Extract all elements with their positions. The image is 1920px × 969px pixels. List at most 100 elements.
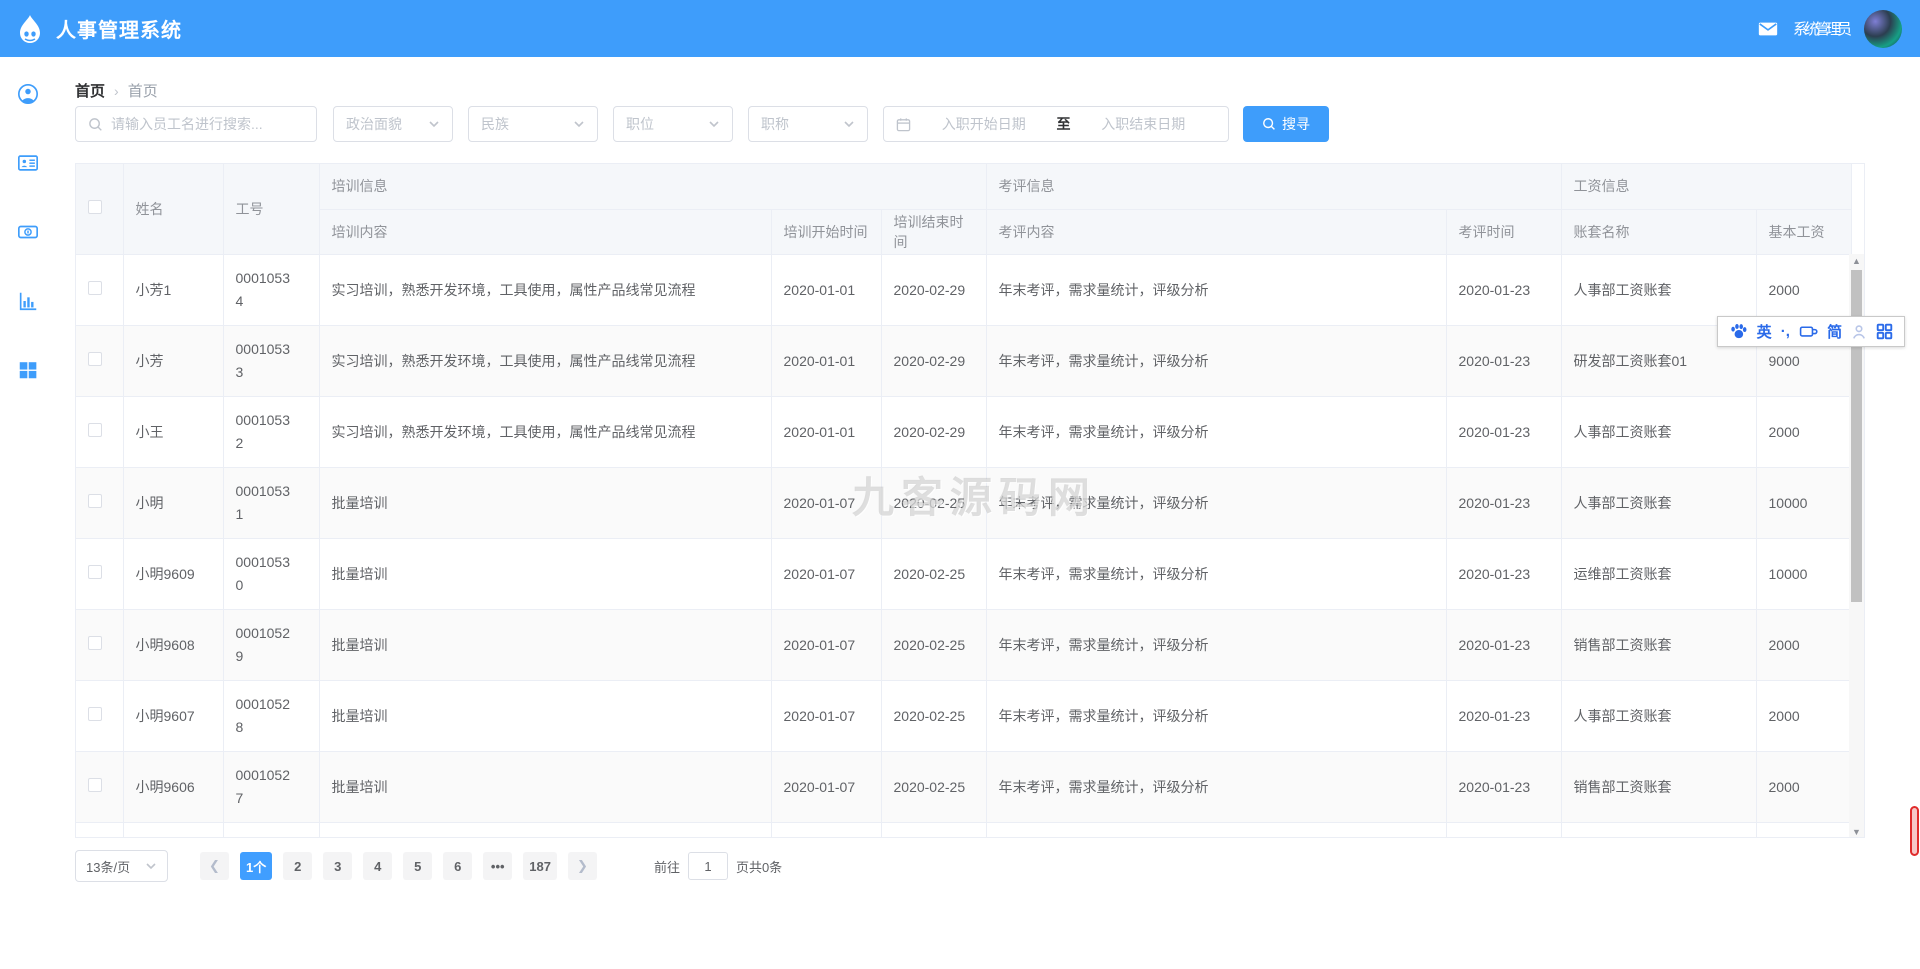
cell-checkbox: [76, 467, 124, 539]
row-checkbox[interactable]: [88, 707, 102, 721]
prev-page-button[interactable]: ❮: [200, 852, 229, 880]
row-checkbox[interactable]: [88, 494, 102, 508]
id-card-icon: [17, 155, 38, 171]
position-select[interactable]: 职位: [613, 106, 733, 142]
hire-date-range-picker[interactable]: 入职开始日期 至 入职结束日期: [883, 106, 1229, 142]
cell-base-salary: 2000: [1756, 822, 1852, 837]
money-icon: [17, 225, 38, 239]
page-size-select[interactable]: 13条/页: [75, 850, 168, 882]
cell-emp-id: 00010528: [223, 680, 320, 752]
select-label: 职称: [761, 116, 789, 132]
cell-checkbox: [76, 396, 124, 468]
search-button[interactable]: 搜寻: [1243, 106, 1329, 142]
goto-page-input[interactable]: [687, 852, 728, 880]
cell-base-salary: 2000: [1756, 254, 1852, 326]
col-header-training-end: 培训结束时间: [881, 209, 987, 255]
title-select[interactable]: 职称: [748, 106, 868, 142]
cell-eval-content: 年末考评，需求量统计，评级分析: [986, 609, 1447, 681]
cell-account-name: 人事部工资账套: [1561, 467, 1757, 539]
table-row[interactable]: 小明9608 00010529 批量培训 2020-01-07 2020-02-25 年末…: [76, 609, 1852, 681]
cell-checkbox: [76, 680, 124, 752]
page-number-button[interactable]: 2: [283, 852, 313, 880]
ethnicity-select[interactable]: 民族: [468, 106, 598, 142]
ime-simplified-mode[interactable]: 简: [1827, 321, 1842, 342]
row-checkbox[interactable]: [88, 352, 102, 366]
table-row[interactable]: 小明9609 00010530 批量培训 2020-01-07 2020-02-25 年末…: [76, 538, 1852, 610]
cell-eval-time: 2020-01-23: [1446, 609, 1562, 681]
cell-name: 小明: [123, 467, 224, 539]
cell-name: 小明9606: [123, 751, 224, 823]
cell-account-name: 人事部工资账套: [1561, 396, 1757, 468]
col-header-account-name: 账套名称: [1561, 209, 1757, 255]
current-user-name[interactable]: 系统管理员: [1793, 18, 1852, 39]
cell-account-name: 人事部工资账套: [1561, 254, 1757, 326]
cell-name: 小明9608: [123, 609, 224, 681]
cell-checkbox: [76, 751, 124, 823]
app-root: 人事管理系统 系统管理员 首页 › 首页 请输入员工名进行搜索... 政治面貌 …: [0, 0, 1920, 969]
date-separator: 至: [1056, 116, 1071, 132]
table-row[interactable]: 小明960500010526批量培训2020-01-072020-02-25年末…: [76, 822, 1852, 837]
table-row[interactable]: 小王 00010532 实习培训，熟悉开发环境，工具使用，属性产品线常见流程 2020…: [76, 396, 1852, 468]
page-number-button[interactable]: 4: [363, 852, 393, 880]
table-row[interactable]: 小明9606 00010527 批量培训 2020-01-07 2020-02-25 年末…: [76, 751, 1852, 823]
cell-training-content: 批量培训: [319, 467, 772, 539]
user-circle-icon: [17, 84, 38, 104]
cell-training-start: 2020-01-07: [771, 680, 882, 752]
next-page-button[interactable]: ❯: [567, 852, 597, 880]
page-number-button[interactable]: 1个: [240, 852, 273, 880]
cell-eval-time: 2020-01-23: [1446, 254, 1562, 326]
cell-training-start: 2020-01-07: [771, 538, 882, 610]
sidebar-item-salary[interactable]: [0, 209, 55, 255]
political-status-select[interactable]: 政治面貌: [333, 106, 453, 142]
ime-grid-icon[interactable]: [1876, 323, 1893, 340]
sidebar-nav: [0, 57, 55, 969]
table-row[interactable]: 小芳 00010533 实习培训，熟悉开发环境，工具使用，属性产品线常见流程 2020…: [76, 325, 1852, 397]
date-start-placeholder[interactable]: 入职开始日期: [911, 114, 1057, 134]
table-row[interactable]: 小明9607 00010528 批量培训 2020-01-07 2020-02-25 年末…: [76, 680, 1852, 752]
date-end-placeholder[interactable]: 入职结束日期: [1071, 114, 1217, 134]
cell-training-content: 实习培训，熟悉开发环境，工具使用，属性产品线常见流程: [319, 396, 772, 468]
cell-training-content: 批量培训: [319, 538, 772, 610]
ime-english-mode[interactable]: 英: [1757, 321, 1772, 342]
sidebar-item-records[interactable]: [0, 140, 55, 186]
table-row[interactable]: 小明 00010531 批量培训 2020-01-07 2020-02-25 年末考评，需…: [76, 467, 1852, 539]
table-row[interactable]: 小芳1 00010534 实习培训，熟悉开发环境，工具使用，属性产品线常见流程 202…: [76, 254, 1852, 326]
cup-icon[interactable]: [1799, 324, 1818, 340]
cell-account-name: 人事部工资账套: [1561, 680, 1757, 752]
col-header-name: 姓名: [123, 164, 224, 255]
page-number-button[interactable]: 3: [323, 852, 353, 880]
baidu-paw-icon[interactable]: [1729, 323, 1748, 340]
cell-eval-content: 年末考评，需求量统计，评级分析: [986, 325, 1447, 397]
row-checkbox[interactable]: [88, 778, 102, 792]
sidebar-item-system[interactable]: [0, 347, 55, 393]
cell-training-start: 2020-01-01: [771, 254, 882, 326]
row-checkbox[interactable]: [88, 281, 102, 295]
cell-emp-id: 00010530: [223, 538, 320, 610]
user-avatar[interactable]: [1864, 9, 1902, 48]
person-icon[interactable]: [1851, 324, 1867, 340]
page-ellipsis-button[interactable]: •••: [483, 852, 513, 880]
page-number-button[interactable]: 5: [403, 852, 433, 880]
cell-name: 小明9609: [123, 538, 224, 610]
cell-base-salary: 2000: [1756, 609, 1852, 681]
ime-punctuation-mode[interactable]: ·,: [1781, 323, 1790, 340]
cell-eval-time: 2020-01-23: [1446, 751, 1562, 823]
sidebar-item-employee[interactable]: [0, 71, 55, 117]
search-icon: [89, 117, 102, 131]
row-checkbox[interactable]: [88, 565, 102, 579]
page-number-button[interactable]: 6: [443, 852, 473, 880]
page-number-button[interactable]: 187: [523, 852, 557, 880]
page-scrollbar-thumb[interactable]: [1910, 806, 1919, 856]
row-checkbox[interactable]: [88, 423, 102, 437]
select-all-checkbox[interactable]: [88, 200, 102, 215]
cell-training-start: 2020-01-01: [771, 325, 882, 397]
employee-search-input[interactable]: 请输入员工名进行搜索...: [75, 106, 317, 142]
cell-eval-content: 年末考评，需求量统计，评级分析: [986, 538, 1447, 610]
scroll-down-arrow[interactable]: ▼: [1849, 825, 1864, 837]
scroll-up-arrow[interactable]: ▲: [1849, 254, 1864, 268]
row-checkbox[interactable]: [88, 636, 102, 650]
breadcrumb-home[interactable]: 首页: [75, 80, 105, 101]
sidebar-item-statistics[interactable]: [0, 278, 55, 324]
mail-icon[interactable]: [1757, 18, 1779, 40]
calendar-icon: [896, 117, 911, 131]
